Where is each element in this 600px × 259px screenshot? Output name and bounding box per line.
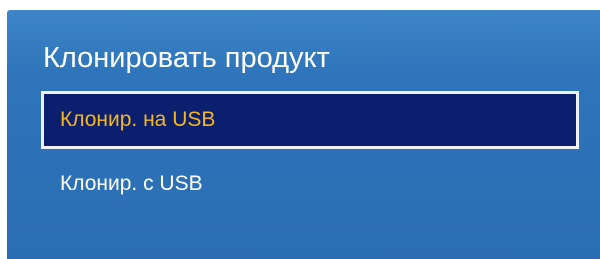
dialog-title: Клонировать продукт xyxy=(43,42,330,74)
menu-item-label: Клонир. на USB xyxy=(60,108,216,131)
clone-product-dialog: Клонировать продукт Клонир. на USB Клони… xyxy=(7,10,600,259)
menu-item-label: Клонир. с USB xyxy=(60,172,203,195)
menu-item-clone-to-usb[interactable]: Клонир. на USB xyxy=(41,91,579,149)
menu-item-clone-from-usb[interactable]: Клонир. с USB xyxy=(41,155,579,213)
